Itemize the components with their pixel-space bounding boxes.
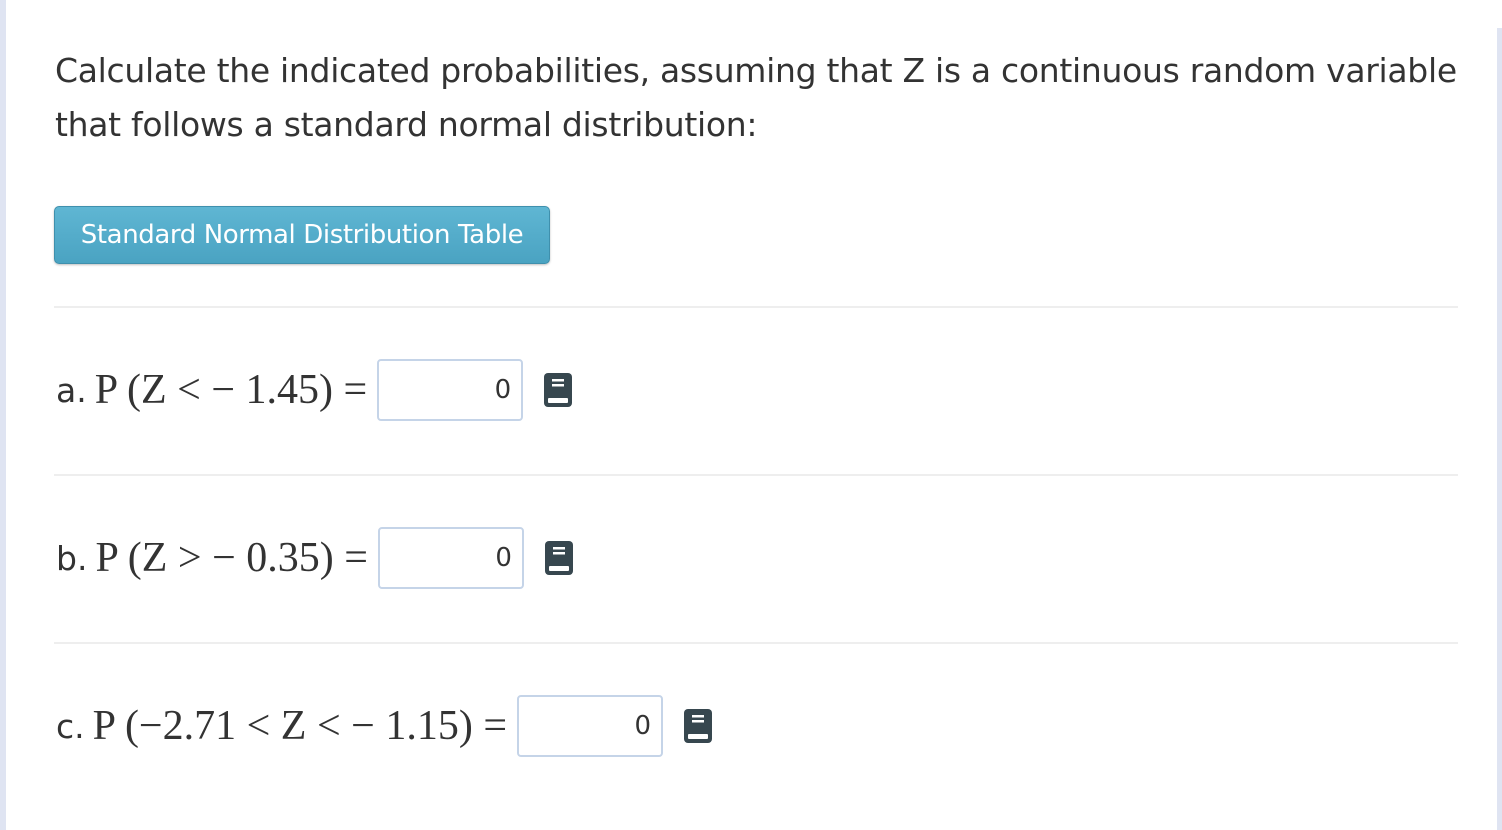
divider bbox=[54, 642, 1458, 644]
question-a-letter: a. bbox=[56, 370, 87, 410]
question-prompt: Calculate the indicated probabilities, a… bbox=[55, 44, 1475, 152]
question-a: a. P (Z < − 1.45) = bbox=[56, 358, 573, 422]
divider bbox=[54, 306, 1458, 308]
question-c-expression: P (−2.71 < Z < − 1.15) = bbox=[92, 703, 508, 749]
book-icon[interactable] bbox=[683, 708, 713, 744]
book-icon[interactable] bbox=[544, 540, 574, 576]
question-b-answer-input[interactable] bbox=[377, 527, 524, 589]
question-c-answer-input[interactable] bbox=[517, 695, 664, 757]
right-scrollbar-track bbox=[1497, 28, 1502, 830]
question-c: c. P (−2.71 < Z < − 1.15) = bbox=[56, 694, 713, 758]
question-a-answer-input[interactable] bbox=[377, 359, 524, 421]
prompt-line-2: that follows a standard normal distribut… bbox=[55, 105, 758, 144]
divider bbox=[54, 474, 1458, 476]
standard-normal-table-button[interactable]: Standard Normal Distribution Table bbox=[54, 206, 550, 264]
prompt-line-1: Calculate the indicated probabilities, a… bbox=[55, 51, 1457, 90]
question-b-letter: b. bbox=[56, 538, 88, 578]
question-b-expression: P (Z > − 0.35) = bbox=[95, 535, 368, 581]
question-b: b. P (Z > − 0.35) = bbox=[56, 526, 574, 590]
question-a-expression: P (Z < − 1.45) = bbox=[94, 367, 368, 413]
left-rule bbox=[0, 0, 6, 830]
question-c-letter: c. bbox=[56, 706, 85, 746]
book-icon[interactable] bbox=[543, 372, 573, 408]
